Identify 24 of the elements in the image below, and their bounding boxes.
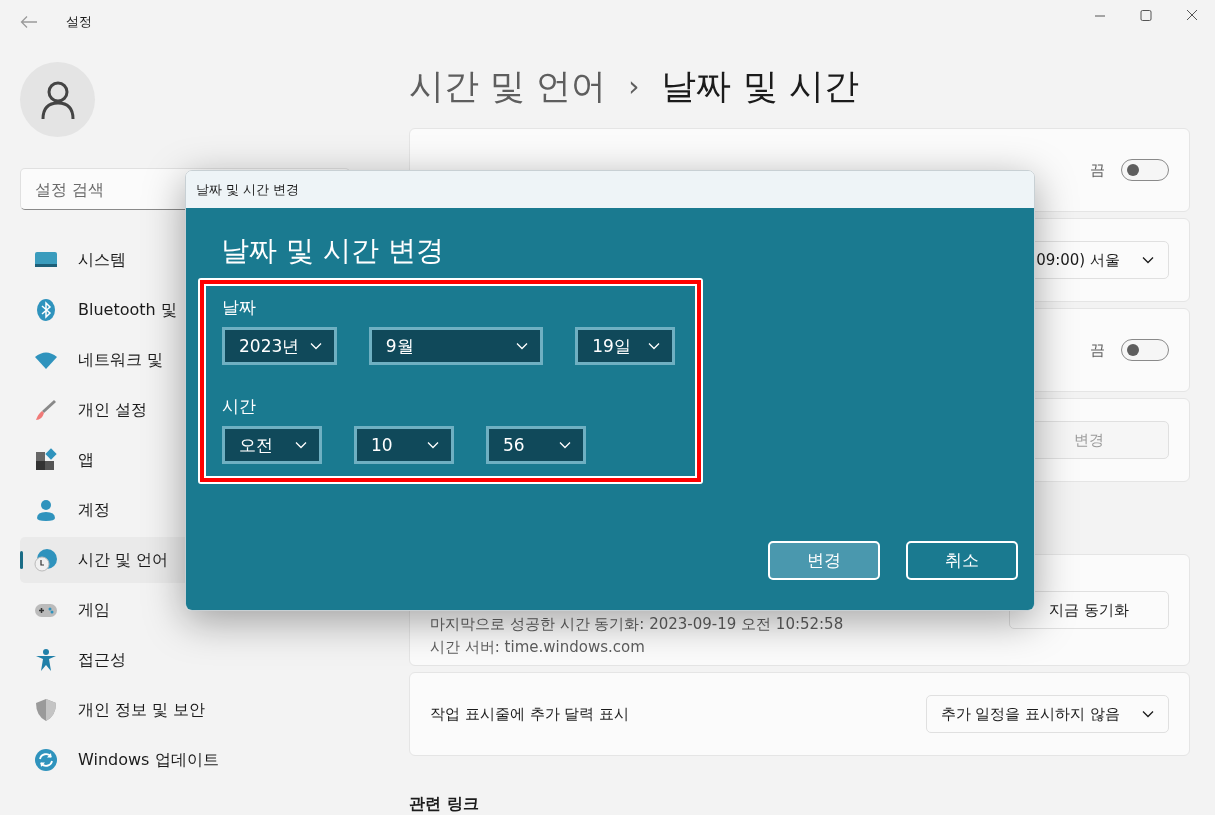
dialog-heading: 날짜 및 시간 변경 bbox=[221, 233, 445, 269]
sidebar-item-label: 개인 설정 bbox=[78, 399, 148, 421]
sidebar-item-label: 시간 및 언어 bbox=[78, 549, 169, 571]
toggle-state-text: 끔 bbox=[1090, 160, 1105, 180]
sidebar-item-label: 접근성 bbox=[78, 649, 126, 671]
toggle-state-text: 끔 bbox=[1090, 340, 1105, 360]
sidebar-item-label: 앱 bbox=[78, 449, 94, 471]
sidebar-item-label: 시스템 bbox=[78, 249, 126, 271]
breadcrumb-separator: › bbox=[628, 69, 640, 103]
sidebar-item-label: Bluetooth 및 bbox=[78, 299, 177, 321]
time-label: 시간 bbox=[222, 395, 257, 418]
sync-info-text: 마지막으로 성공한 시간 동기화: 2023-09-19 오전 10:52:58 bbox=[430, 615, 845, 634]
sidebar-item-label: 게임 bbox=[78, 599, 110, 621]
sync-info-text: 시간 서버: time.windows.com bbox=[430, 638, 646, 657]
sidebar-item-label: 개인 정보 및 보안 bbox=[78, 699, 206, 721]
sidebar-item-label: 계정 bbox=[78, 499, 110, 521]
sidebar-item-label: 네트워크 및 bbox=[78, 349, 164, 371]
setting-label: 작업 표시줄에 추가 달력 표시 bbox=[430, 704, 631, 724]
sidebar-item-label: Windows 업데이트 bbox=[78, 749, 219, 771]
section-heading: 관련 링크 bbox=[409, 794, 480, 815]
date-label: 날짜 bbox=[222, 296, 257, 319]
page-title: 날짜 및 시간 bbox=[661, 64, 859, 108]
window-title: 설정 bbox=[66, 13, 92, 31]
dialog-title: 날짜 및 시간 변경 bbox=[196, 180, 300, 199]
